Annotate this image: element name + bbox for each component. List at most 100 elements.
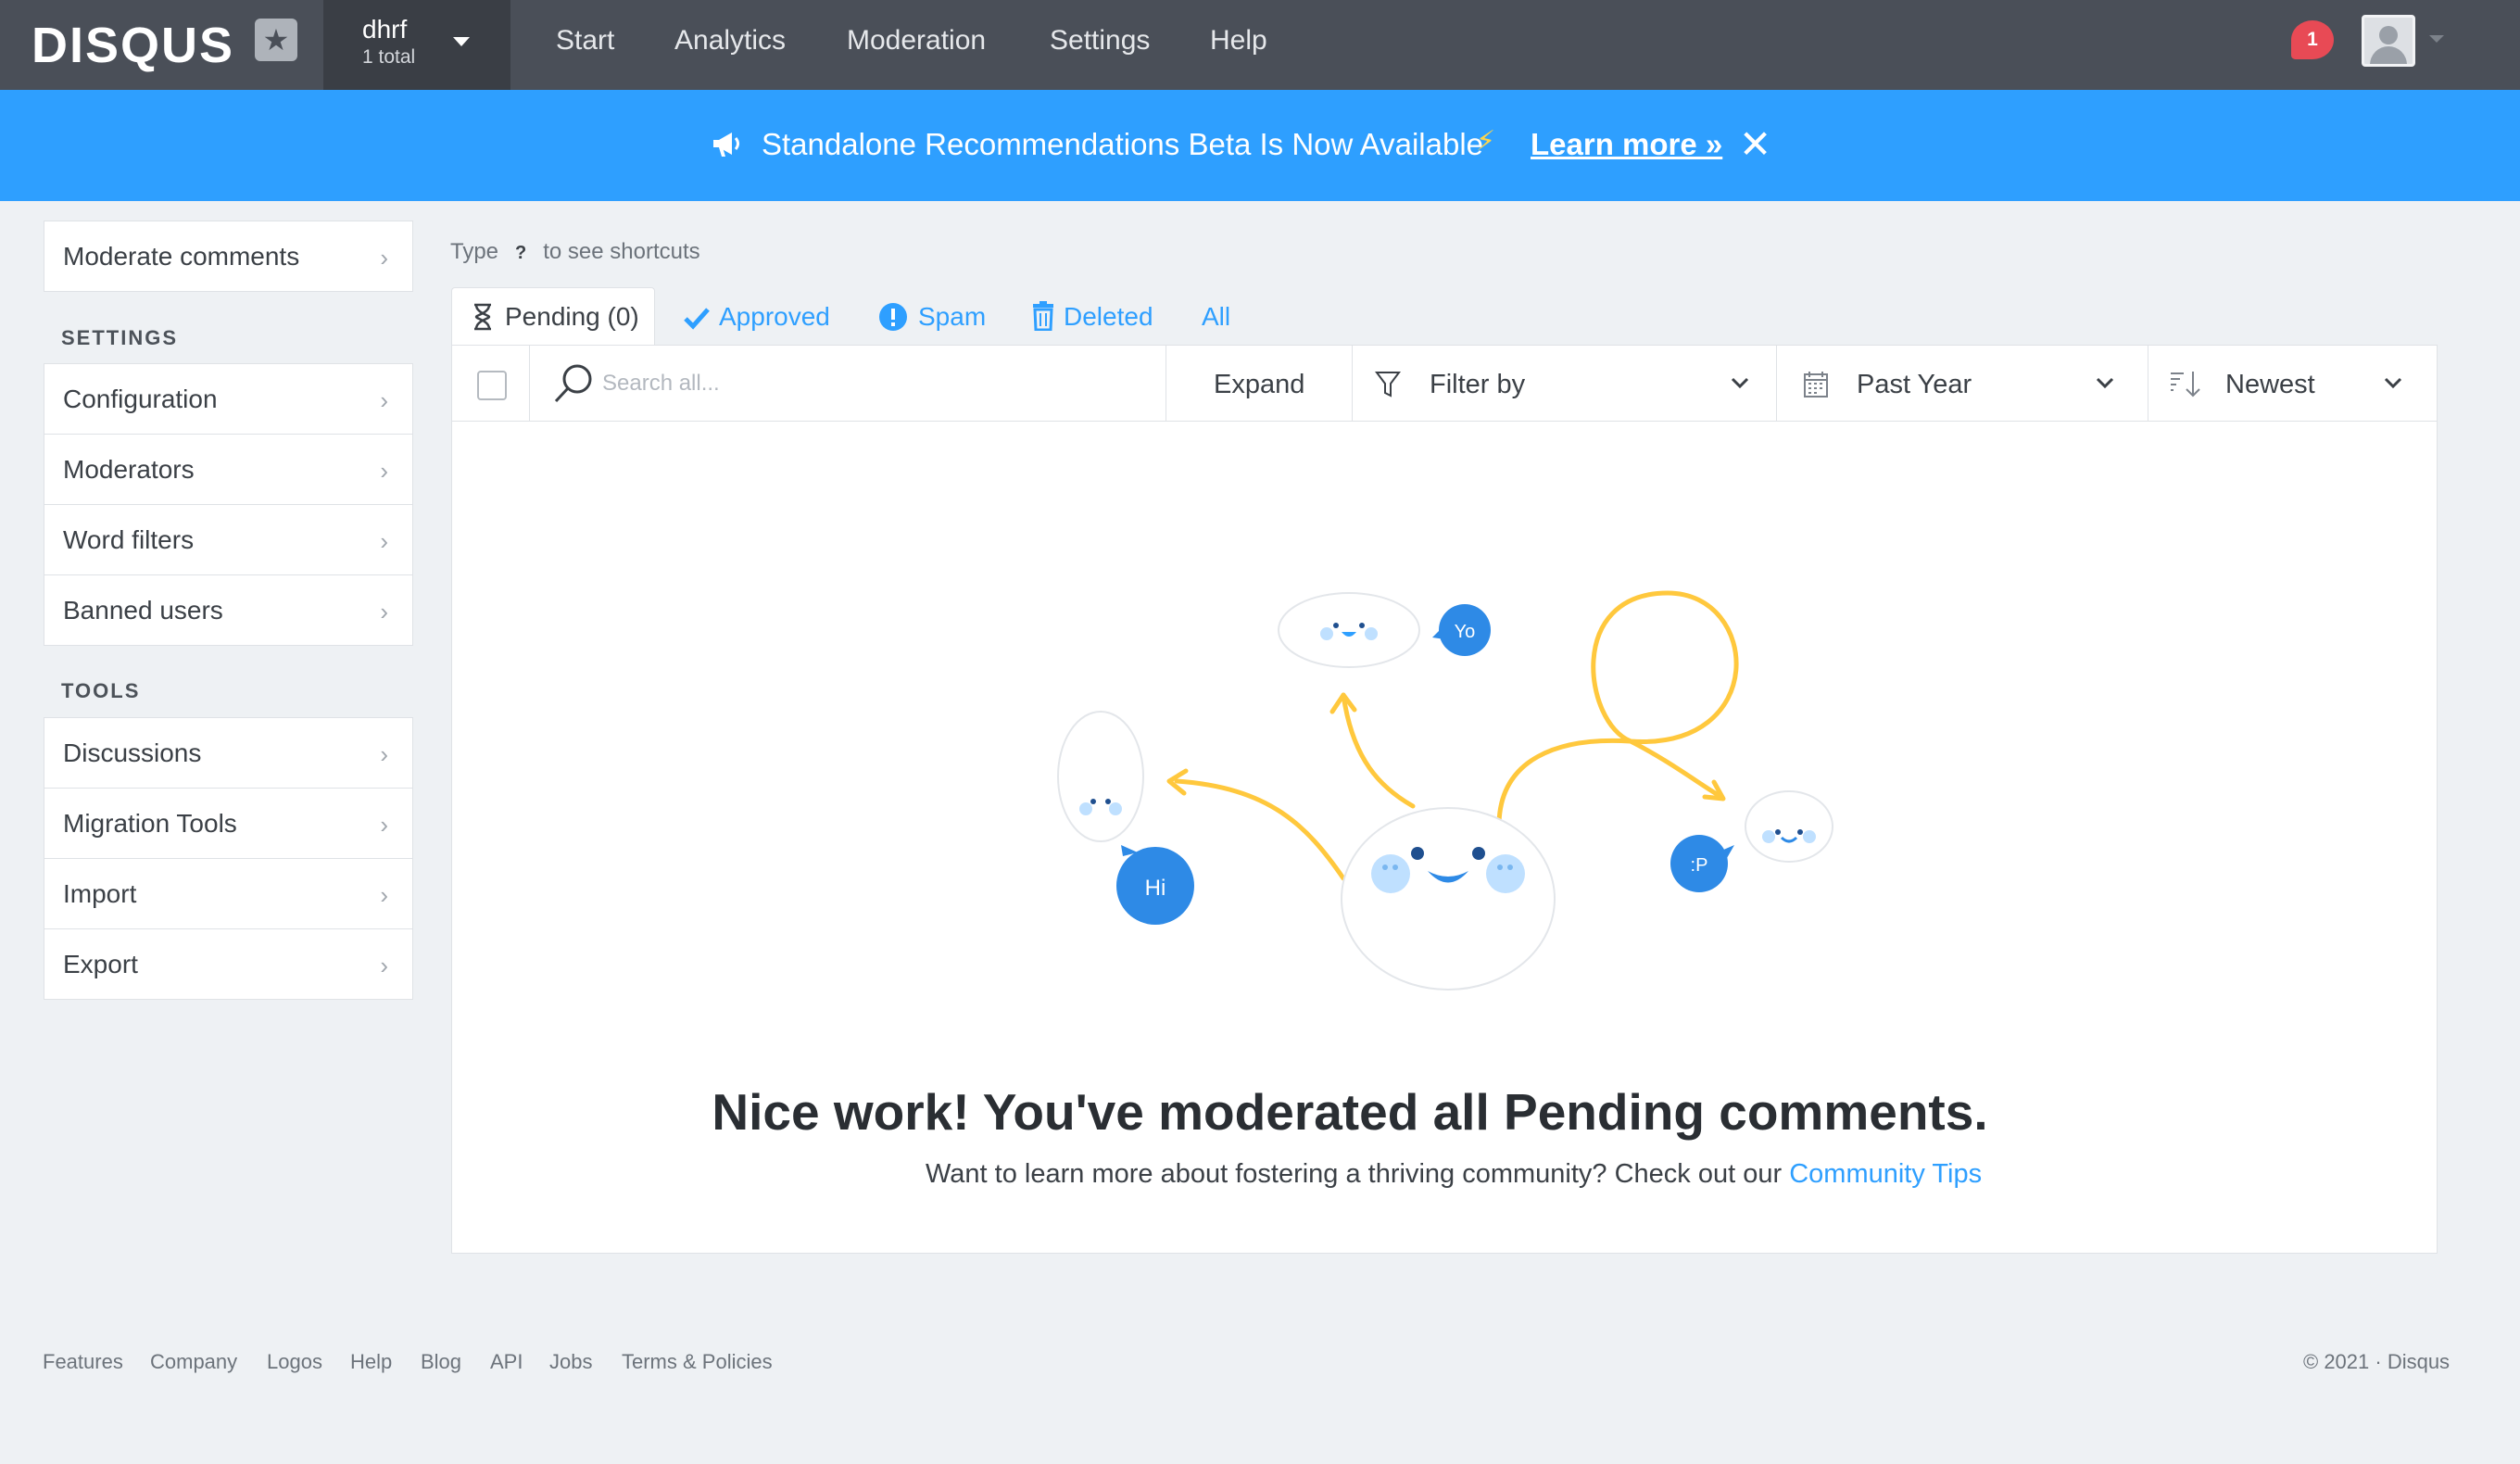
footer-link-blog[interactable]: Blog	[421, 1350, 461, 1374]
chevron-right-icon: ›	[380, 457, 388, 485]
caret-down-icon[interactable]	[2429, 35, 2444, 43]
learn-more-link[interactable]: Learn more »	[1531, 127, 1722, 162]
trash-icon	[1033, 301, 1053, 331]
sidebar-item-migration-tools[interactable]: Migration Tools ›	[44, 788, 413, 859]
shortcut-hint: Type? to see shortcuts	[450, 239, 700, 265]
shortcut-key: ?	[515, 243, 527, 263]
lightning-icon: ⚡	[1476, 126, 1496, 157]
hourglass-icon	[474, 303, 491, 331]
sidebar-item-word-filters[interactable]: Word filters ›	[44, 504, 413, 575]
star-icon[interactable]: ★	[255, 19, 297, 61]
empty-state-subtitle-text: Want to learn more about fostering a thr…	[926, 1159, 1783, 1189]
select-all-checkbox[interactable]	[477, 371, 507, 400]
tab-deleted[interactable]: Deleted	[1064, 302, 1153, 332]
chevron-right-icon: ›	[380, 952, 388, 979]
tab-approved[interactable]: Approved	[719, 302, 830, 332]
footer-link-logos[interactable]: Logos	[267, 1350, 322, 1374]
caret-down-icon	[453, 37, 470, 46]
nav-help[interactable]: Help	[1210, 25, 1267, 57]
chevron-right-icon: ›	[380, 811, 388, 839]
tools-heading: TOOLS	[61, 679, 141, 702]
chevron-right-icon: ›	[380, 244, 388, 271]
sidebar-item-label: Migration Tools	[63, 809, 237, 838]
chevron-right-icon: ›	[380, 881, 388, 909]
search-input[interactable]	[602, 364, 1065, 403]
shortcut-suffix: to see shortcuts	[543, 239, 700, 264]
footer-link-features[interactable]: Features	[43, 1350, 123, 1374]
sidebar-item-moderate-comments[interactable]: Moderate comments ›	[44, 221, 413, 292]
sort-label: Newest	[2225, 370, 2315, 399]
sidebar-item-label: Export	[63, 950, 138, 978]
shortcut-prefix: Type	[450, 239, 499, 264]
select-all-cell	[452, 346, 530, 421]
main-blob	[1341, 807, 1556, 991]
spam-alert-icon	[879, 303, 907, 331]
footer-link-company[interactable]: Company	[150, 1350, 237, 1374]
sidebar-item-label: Moderators	[63, 455, 195, 484]
sidebar-item-label: Banned users	[63, 596, 223, 625]
expand-label: Expand	[1214, 370, 1305, 399]
site-picker[interactable]: dhrf 1 total	[323, 0, 510, 90]
banner-text: Standalone Recommendations Beta Is Now A…	[762, 127, 1484, 161]
chevron-right-icon: ›	[380, 386, 388, 414]
top-navigation-bar: DISQUS ★ dhrf 1 total Start Analytics Mo…	[0, 0, 2520, 90]
sidebar-item-label: Discussions	[63, 738, 202, 767]
footer-link-jobs[interactable]: Jobs	[549, 1350, 592, 1374]
expand-button[interactable]: Expand	[1166, 346, 1353, 421]
footer-link-help[interactable]: Help	[350, 1350, 392, 1374]
community-tips-link[interactable]: Community Tips	[1789, 1159, 1982, 1189]
chevron-right-icon: ›	[380, 527, 388, 555]
date-range-label: Past Year	[1857, 370, 1972, 399]
calendar-icon	[1804, 372, 1828, 398]
sidebar-item-import[interactable]: Import ›	[44, 858, 413, 929]
avatar-head-shape	[2379, 26, 2398, 44]
site-count: 1 total	[362, 46, 416, 68]
tab-spam[interactable]: Spam	[918, 302, 986, 332]
settings-heading: SETTINGS	[61, 326, 179, 349]
search-icon	[554, 364, 592, 403]
sidebar-item-label: Moderate comments	[63, 242, 300, 271]
tab-pending-label: Pending (0)	[505, 302, 639, 331]
sidebar-item-banned-users[interactable]: Banned users ›	[44, 574, 413, 646]
sidebar-item-configuration[interactable]: Configuration ›	[44, 363, 413, 435]
disqus-logo[interactable]: DISQUS	[32, 17, 234, 74]
site-name: dhrf	[362, 15, 408, 44]
search-cell	[530, 346, 1166, 421]
footer-link-api[interactable]: API	[490, 1350, 523, 1374]
footer-link-terms[interactable]: Terms & Policies	[622, 1350, 773, 1374]
megaphone-icon	[713, 133, 739, 157]
filter-icon	[1375, 372, 1401, 398]
nav-analytics[interactable]: Analytics	[674, 25, 786, 57]
chevron-right-icon: ›	[380, 740, 388, 768]
filter-dropdown[interactable]: Filter by	[1353, 346, 1777, 421]
chevron-down-icon	[2384, 377, 2402, 389]
sidebar-item-discussions[interactable]: Discussions ›	[44, 717, 413, 789]
nav-moderation[interactable]: Moderation	[847, 25, 986, 57]
p-label: :P	[1691, 855, 1708, 876]
small-blob-yo	[1278, 592, 1420, 668]
small-blob-right	[1745, 790, 1833, 863]
moderation-toolbar: Expand Filter by Past Year Newest	[451, 345, 2438, 422]
sidebar-item-moderators[interactable]: Moderators ›	[44, 434, 413, 505]
avatar[interactable]	[2362, 15, 2415, 67]
hi-label: Hi	[1145, 876, 1166, 901]
notification-badge[interactable]: 1	[2291, 20, 2334, 59]
date-range-dropdown[interactable]: Past Year	[1777, 346, 2148, 421]
close-icon[interactable]: ✕	[1739, 121, 1771, 167]
sidebar-item-label: Configuration	[63, 385, 218, 413]
nav-start[interactable]: Start	[556, 25, 614, 57]
sidebar-item-label: Import	[63, 879, 137, 908]
nav-settings[interactable]: Settings	[1050, 25, 1150, 57]
empty-state-subtitle: Want to learn more about fostering a thr…	[926, 1159, 1982, 1190]
empty-state-illustration: Yo Hi :P	[1057, 590, 1833, 991]
checkmark-icon	[684, 308, 710, 330]
sidebar-item-export[interactable]: Export ›	[44, 928, 413, 1000]
chevron-down-icon	[1731, 377, 1749, 389]
sidebar-item-label: Word filters	[63, 525, 195, 554]
footer-copyright: © 2021 · Disqus	[2303, 1350, 2451, 1373]
sort-icon	[2171, 372, 2200, 398]
announcement-banner: Standalone Recommendations Beta Is Now A…	[0, 90, 2520, 201]
chevron-right-icon: ›	[380, 598, 388, 625]
sort-dropdown[interactable]: Newest	[2148, 346, 2437, 421]
tab-all[interactable]: All	[1202, 302, 1230, 332]
